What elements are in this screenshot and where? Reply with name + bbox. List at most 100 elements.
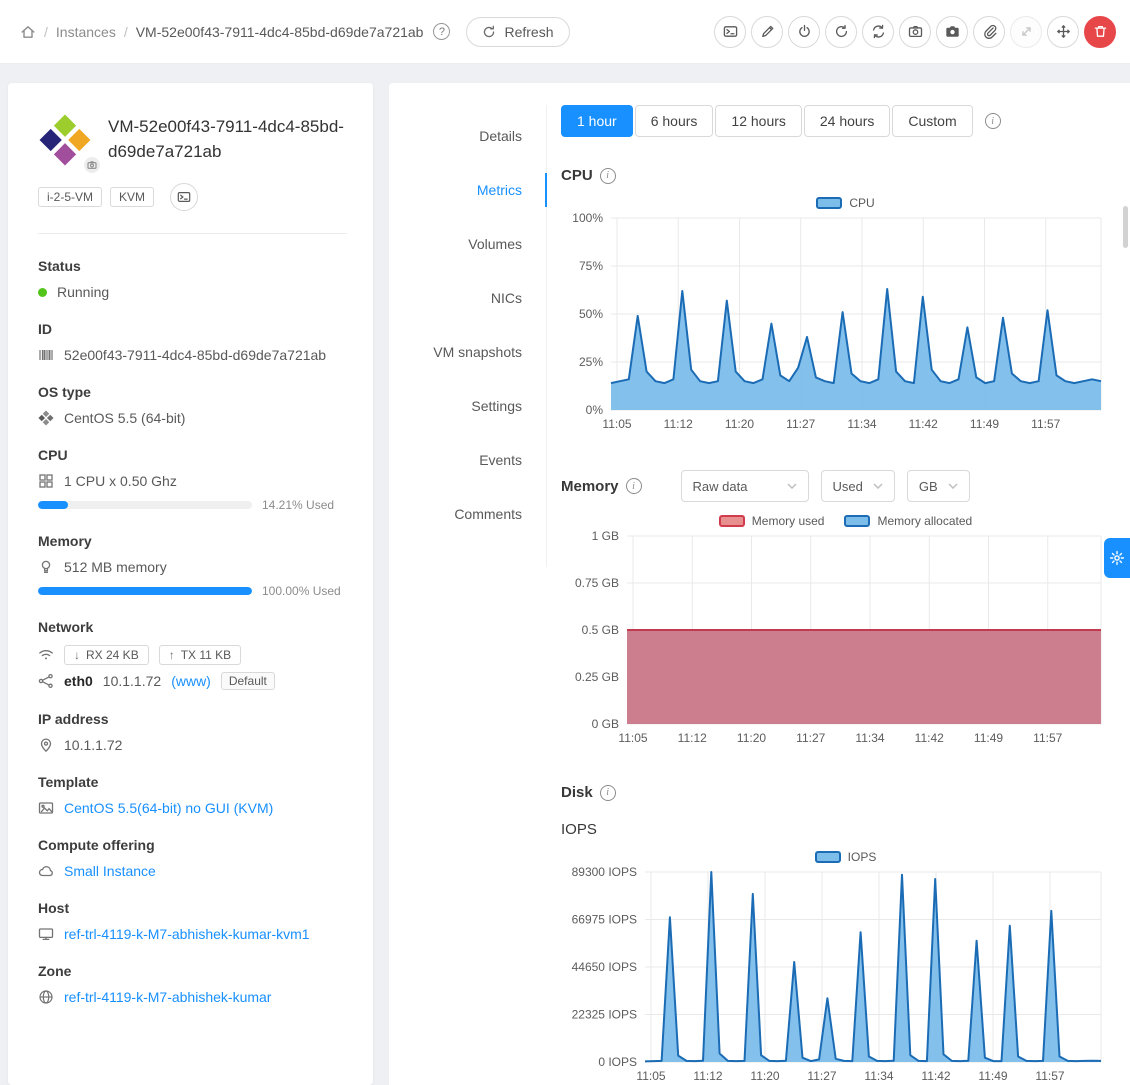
card-header: VM-52e00f43-7911-4dc4-85bd-d69de7a721ab: [38, 113, 355, 167]
upload-arrow-icon: ↑: [169, 648, 175, 662]
download-arrow-icon: ↓: [74, 648, 80, 662]
chevron-down-icon: [948, 483, 958, 489]
ip-value: 10.1.1.72: [64, 737, 122, 753]
cpu-progress-bar: [38, 501, 252, 509]
camera-badge-icon[interactable]: [82, 155, 102, 175]
template-link[interactable]: CentOS 5.5(64-bit) no GUI (KVM): [64, 800, 273, 816]
help-icon[interactable]: [433, 23, 450, 40]
svg-text:11:20: 11:20: [737, 731, 766, 745]
disk-section-header: Disk: [561, 784, 1130, 801]
svg-text:11:27: 11:27: [786, 417, 815, 431]
tab-details[interactable]: Details: [389, 125, 546, 147]
disk-info-icon[interactable]: [600, 785, 616, 801]
host-label: Host: [38, 900, 355, 916]
svg-text:11:49: 11:49: [970, 417, 999, 431]
svg-text:11:57: 11:57: [1031, 417, 1060, 431]
svg-text:22325 IOPS: 22325 IOPS: [572, 1008, 637, 1022]
tab-comments[interactable]: Comments: [389, 503, 546, 525]
edit-button[interactable]: [751, 16, 783, 48]
legend-item[interactable]: Memory used: [719, 514, 825, 528]
legend-item[interactable]: Memory allocated: [844, 514, 972, 528]
time-range-6-hours[interactable]: 6 hours: [635, 105, 714, 137]
svg-text:11:20: 11:20: [725, 417, 754, 431]
breadcrumb-instances[interactable]: Instances: [56, 24, 116, 40]
tab-vm-snapshots[interactable]: VM snapshots: [389, 341, 546, 363]
svg-text:11:49: 11:49: [974, 731, 1003, 745]
reload-icon: [482, 25, 496, 39]
legend-item[interactable]: IOPS: [815, 850, 877, 864]
scrollbar-thumb[interactable]: [1123, 206, 1128, 248]
cpu-chart: CPU100%75%50%25%0%11:0511:1211:2011:2711…: [561, 196, 1130, 436]
console-button[interactable]: [714, 16, 746, 48]
svg-text:0.5 GB: 0.5 GB: [582, 623, 619, 637]
memory-info-icon[interactable]: [626, 478, 642, 494]
hypervisor-tag: KVM: [110, 187, 154, 207]
memory-mode-select[interactable]: Raw data: [681, 470, 809, 502]
rx-chip: ↓RX 24 KB: [64, 645, 149, 665]
take-snapshot-button[interactable]: [899, 16, 931, 48]
memory-value: 512 MB memory: [64, 559, 167, 575]
console-shortcut-button[interactable]: [170, 183, 198, 211]
svg-text:11:49: 11:49: [978, 1069, 1007, 1083]
memory-section: Memory 512 MB memory 100.00% Used: [38, 533, 355, 598]
memory-metric-select[interactable]: Used: [821, 470, 895, 502]
tab-nics[interactable]: NICs: [389, 287, 546, 309]
svg-text:11:42: 11:42: [909, 417, 938, 431]
svg-text:25%: 25%: [579, 355, 603, 369]
svg-text:11:34: 11:34: [864, 1069, 893, 1083]
tab-metrics[interactable]: Metrics: [389, 179, 546, 201]
bulb-icon: [38, 559, 54, 575]
migrate-instance-button[interactable]: [1010, 16, 1042, 48]
tab-volumes[interactable]: Volumes: [389, 233, 546, 255]
disk-subtitle: IOPS: [561, 821, 1130, 838]
id-section: ID 52e00f43-7911-4dc4-85bd-d69de7a721ab: [38, 321, 355, 363]
status-label: Status: [38, 258, 355, 274]
zone-link[interactable]: ref-trl-4119-k-M7-abhishek-kumar: [64, 989, 271, 1005]
svg-text:0%: 0%: [586, 403, 604, 417]
id-value: 52e00f43-7911-4dc4-85bd-d69de7a721ab: [64, 347, 326, 363]
centos-os-icon: [38, 410, 54, 426]
compute-offering-label: Compute offering: [38, 837, 355, 853]
time-range-24-hours[interactable]: 24 hours: [804, 105, 890, 137]
svg-text:89300 IOPS: 89300 IOPS: [572, 866, 637, 879]
host-link[interactable]: ref-trl-4119-k-M7-abhishek-kumar-kvm1: [64, 926, 310, 942]
refresh-button[interactable]: Refresh: [466, 17, 569, 47]
zone-section: Zone ref-trl-4119-k-M7-abhishek-kumar: [38, 963, 355, 1005]
svg-text:0 IOPS: 0 IOPS: [598, 1055, 637, 1069]
time-range-1-hour[interactable]: 1 hour: [561, 105, 633, 137]
tab-settings[interactable]: Settings: [389, 395, 546, 417]
reboot-instance-button[interactable]: [825, 16, 857, 48]
cpu-label: CPU: [38, 447, 355, 463]
tag-row: i-2-5-VM KVM: [38, 183, 355, 211]
instance-internal-name-tag: i-2-5-VM: [38, 187, 102, 207]
time-range-custom[interactable]: Custom: [892, 105, 972, 137]
memory-label: Memory: [38, 533, 355, 549]
template-section: Template CentOS 5.5(64-bit) no GUI (KVM): [38, 774, 355, 816]
time-range-info-icon[interactable]: [985, 113, 1001, 129]
tab-events[interactable]: Events: [389, 449, 546, 471]
compute-offering-link[interactable]: Small Instance: [64, 863, 156, 879]
memory-progress-bar: [38, 587, 252, 595]
scale-instance-button[interactable]: [1047, 16, 1079, 48]
template-image-icon: [38, 800, 54, 816]
legend-item[interactable]: CPU: [816, 196, 874, 210]
network-label: Network: [38, 619, 355, 635]
time-range-12-hours[interactable]: 12 hours: [715, 105, 801, 137]
stop-instance-button[interactable]: [788, 16, 820, 48]
cpu-section: CPU 1 CPU x 0.50 Ghz 14.21% Used: [38, 447, 355, 512]
take-volume-snapshot-button[interactable]: [936, 16, 968, 48]
nic-network-link[interactable]: (www): [171, 673, 211, 689]
destroy-instance-button[interactable]: [1084, 16, 1116, 48]
settings-gear-button[interactable]: [1104, 538, 1130, 578]
memory-unit-select[interactable]: GB: [907, 470, 970, 502]
template-label: Template: [38, 774, 355, 790]
home-icon[interactable]: [20, 24, 36, 40]
cpu-legend: CPU: [561, 196, 1130, 210]
svg-text:100%: 100%: [572, 212, 603, 225]
reinstall-instance-button[interactable]: [862, 16, 894, 48]
disk-legend: IOPS: [561, 850, 1130, 864]
attach-iso-button[interactable]: [973, 16, 1005, 48]
detail-tabs: Details Metrics Volumes NICs VM snapshots Set…: [389, 105, 547, 567]
svg-text:66975 IOPS: 66975 IOPS: [572, 913, 637, 927]
cpu-info-icon[interactable]: [600, 168, 616, 184]
